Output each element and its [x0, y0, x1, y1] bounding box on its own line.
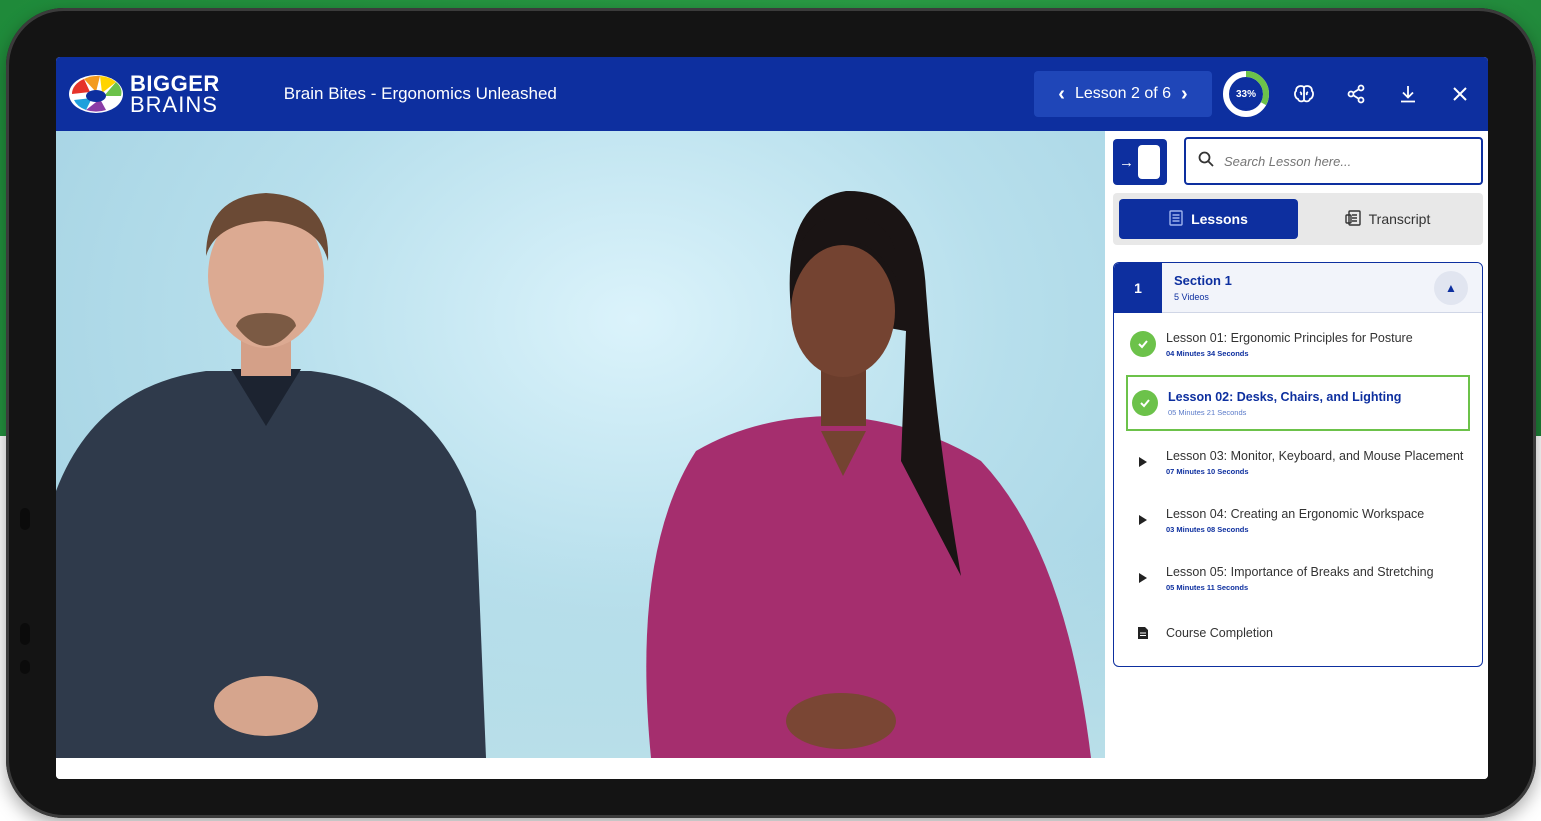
check-circle-icon — [1132, 390, 1158, 416]
chevron-up-icon[interactable]: ▲ — [1434, 270, 1468, 305]
arrow-right-icon: → — [1119, 153, 1134, 171]
video-bottom-strip — [56, 758, 1105, 779]
tablet-side-dot — [20, 623, 30, 645]
play-icon — [1130, 449, 1156, 475]
tab-transcript[interactable]: Transcript — [1298, 199, 1477, 239]
lesson-title: Lesson 05: Importance of Breaks and Stre… — [1166, 564, 1434, 579]
progress-percent: 33% — [1235, 88, 1256, 100]
lesson-duration: 03 Minutes 08 Seconds — [1166, 524, 1249, 534]
lesson-duration: 05 Minutes 11 Seconds — [1166, 582, 1249, 592]
lesson-navigator: ‹ Lesson 2 of 6 › — [1034, 71, 1212, 117]
app-screen: BIGGER BRAINS Brain Bites - Ergonomics U… — [56, 57, 1488, 779]
video-player[interactable] — [56, 131, 1105, 758]
section-video-count: 5 Videos — [1174, 292, 1209, 302]
lesson-title: Lesson 04: Creating an Ergonomic Workspa… — [1166, 506, 1425, 521]
lesson-title: Lesson 03: Monitor, Keyboard, and Mouse … — [1166, 448, 1464, 463]
lesson-sidebar: → Lessons — [1105, 131, 1488, 779]
brand-name-line1: BIGGER — [130, 71, 220, 96]
play-icon — [1130, 507, 1156, 533]
download-icon[interactable] — [1382, 68, 1434, 120]
brand-name-line2: BRAINS — [130, 92, 218, 117]
lesson-item-04[interactable]: Lesson 04: Creating an Ergonomic Workspa… — [1114, 491, 1482, 549]
tab-transcript-label: Transcript — [1368, 211, 1431, 227]
collapse-panel-button[interactable]: → — [1113, 139, 1167, 185]
section-header[interactable]: 1 Section 1 5 Videos ▲ — [1114, 263, 1482, 313]
chevron-left-icon[interactable]: ‹ — [1058, 83, 1065, 106]
lesson-item-03[interactable]: Lesson 03: Monitor, Keyboard, and Mouse … — [1114, 433, 1482, 491]
lesson-item-course-completion[interactable]: Course Completion — [1114, 607, 1482, 659]
lesson-search-box — [1184, 137, 1483, 185]
lesson-duration: 05 Minutes 21 Seconds — [1168, 407, 1247, 417]
lesson-item-05[interactable]: Lesson 05: Importance of Breaks and Stre… — [1114, 549, 1482, 607]
lesson-item-01[interactable]: Lesson 01: Ergonomic Principles for Post… — [1114, 315, 1482, 373]
presenter-left-figure — [56, 193, 486, 758]
lesson-counter: Lesson 2 of 6 — [1074, 85, 1172, 102]
header-actions: ‹ Lesson 2 of 6 › 33% — [1034, 57, 1488, 131]
lesson-title: Lesson 01: Ergonomic Principles for Post… — [1166, 330, 1413, 345]
section-number: 1 — [1114, 263, 1162, 313]
brain-logo-icon — [66, 72, 126, 116]
search-lesson-input[interactable] — [1224, 153, 1464, 169]
brand-logo[interactable]: BIGGER BRAINS — [66, 72, 220, 116]
share-icon[interactable] — [1330, 68, 1382, 120]
section-card: 1 Section 1 5 Videos ▲ Lesson 01: Ergono… — [1113, 262, 1483, 667]
section-title: Section 1 — [1174, 273, 1232, 288]
brand-wordmark: BIGGER BRAINS — [130, 71, 220, 117]
close-icon[interactable] — [1434, 68, 1486, 120]
collapse-panel-icon — [1138, 145, 1160, 179]
check-circle-icon — [1130, 331, 1156, 357]
chevron-right-icon[interactable]: › — [1181, 83, 1188, 106]
lesson-title: Lesson 02: Desks, Chairs, and Lighting — [1168, 389, 1402, 404]
lesson-item-02-current[interactable]: Lesson 02: Desks, Chairs, and Lighting 0… — [1126, 375, 1470, 431]
course-title: Brain Bites - Ergonomics Unleashed — [283, 84, 557, 103]
list-icon — [1169, 209, 1183, 229]
lesson-title: Course Completion — [1166, 626, 1273, 640]
brain-icon[interactable] — [1278, 68, 1330, 120]
tab-lessons[interactable]: Lessons — [1119, 199, 1298, 239]
course-progress-ring: 33% — [1222, 70, 1270, 118]
tab-lessons-label: Lessons — [1191, 211, 1248, 227]
play-icon — [1130, 565, 1156, 591]
lesson-duration: 07 Minutes 10 Seconds — [1166, 466, 1249, 476]
sidebar-tabs: Lessons Transcript — [1113, 193, 1483, 245]
transcript-icon — [1344, 209, 1361, 229]
lesson-duration: 04 Minutes 34 Seconds — [1166, 348, 1249, 358]
tablet-side-dot — [20, 508, 30, 530]
section-info: Section 1 5 Videos — [1174, 273, 1232, 302]
video-frame-presenters — [56, 190, 1091, 758]
tablet-side-dot — [20, 660, 30, 674]
app-header: BIGGER BRAINS Brain Bites - Ergonomics U… — [56, 57, 1488, 131]
document-icon — [1130, 620, 1156, 646]
presenter-right-figure — [646, 190, 1091, 758]
search-icon — [1198, 151, 1214, 172]
